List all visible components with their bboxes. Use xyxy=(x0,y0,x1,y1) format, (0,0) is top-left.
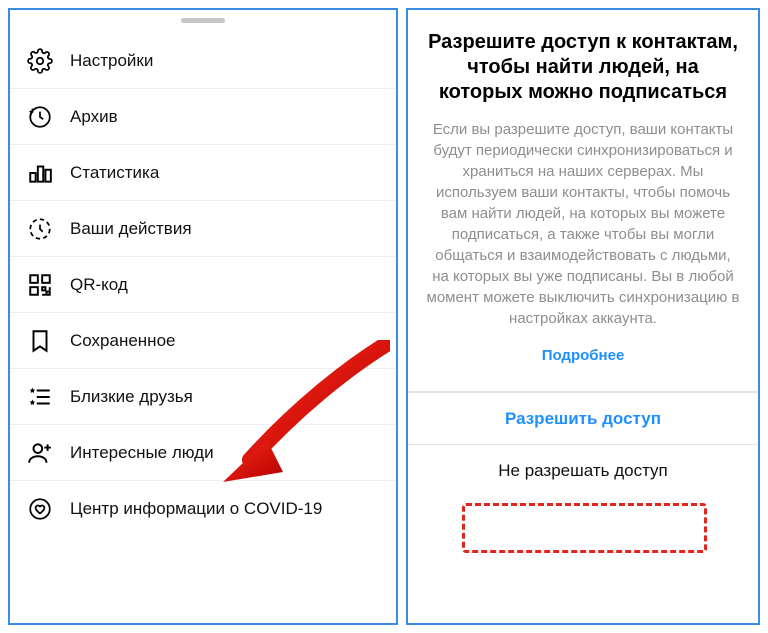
menu-item-label: Статистика xyxy=(70,163,380,183)
qr-code-icon xyxy=(26,271,54,299)
menu-item-label: Близкие друзья xyxy=(70,387,380,407)
add-person-icon xyxy=(26,439,54,467)
menu-item-label: Сохраненное xyxy=(70,331,380,351)
menu-item-qr-code[interactable]: QR-код xyxy=(10,257,396,313)
clock-dashed-icon xyxy=(26,215,54,243)
menu-item-saved[interactable]: Сохраненное xyxy=(10,313,396,369)
menu-item-covid-info[interactable]: Центр информации о COVID-19 xyxy=(10,481,396,537)
menu-item-label: QR-код xyxy=(70,275,380,295)
menu-list: Настройки Архив xyxy=(10,29,396,537)
menu-item-label: Настройки xyxy=(70,51,380,71)
bar-chart-icon xyxy=(26,159,54,187)
menu-panel: Настройки Архив xyxy=(8,8,398,625)
deny-access-button[interactable]: Не разрешать доступ xyxy=(408,444,758,496)
menu-item-label: Архив xyxy=(70,107,380,127)
bookmark-icon xyxy=(26,327,54,355)
menu-item-settings[interactable]: Настройки xyxy=(10,33,396,89)
menu-item-label: Центр информации о COVID-19 xyxy=(70,499,380,519)
heart-circle-icon xyxy=(26,495,54,523)
menu-item-close-friends[interactable]: Близкие друзья xyxy=(10,369,396,425)
list-star-icon xyxy=(26,383,54,411)
menu-item-discover-people[interactable]: Интересные люди xyxy=(10,425,396,481)
annotation-highlight-box xyxy=(462,503,707,553)
menu-item-archive[interactable]: Архив xyxy=(10,89,396,145)
drag-handle[interactable] xyxy=(181,18,225,23)
learn-more-link[interactable]: Подробнее xyxy=(542,347,625,364)
menu-item-your-activity[interactable]: Ваши действия xyxy=(10,201,396,257)
allow-access-button[interactable]: Разрешить доступ xyxy=(408,392,758,444)
dialog-title: Разрешите доступ к контактам, чтобы найт… xyxy=(426,30,740,105)
menu-item-label: Интересные люди xyxy=(70,443,380,463)
menu-item-insights[interactable]: Статистика xyxy=(10,145,396,201)
dialog-body: Если вы разрешите доступ, ваши контакты … xyxy=(426,119,740,329)
gear-icon xyxy=(26,47,54,75)
archive-icon xyxy=(26,103,54,131)
menu-item-label: Ваши действия xyxy=(70,219,380,239)
contacts-permission-dialog: Разрешите доступ к контактам, чтобы найт… xyxy=(406,8,760,625)
